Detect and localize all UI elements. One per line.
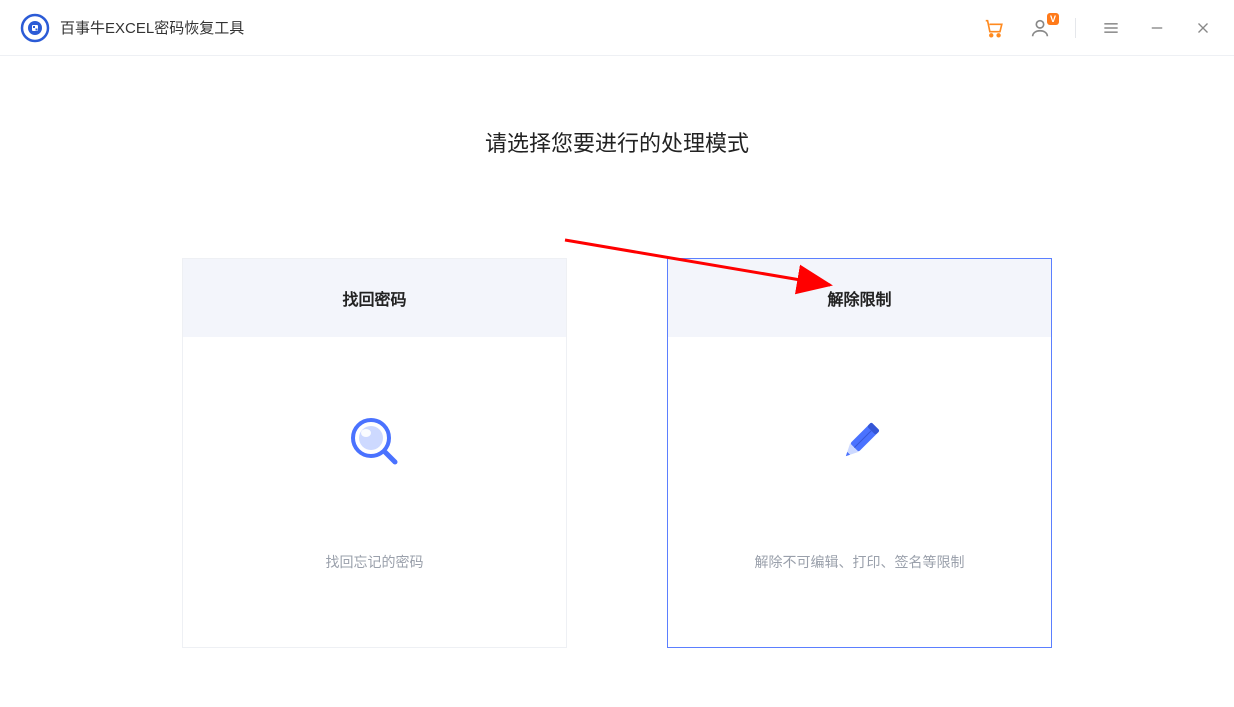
card-title: 解除限制 xyxy=(668,259,1051,337)
card-description: 找回忘记的密码 xyxy=(326,552,424,572)
close-icon[interactable] xyxy=(1192,17,1214,39)
card-remove-restriction[interactable]: 解除限制 解除不可编辑、打印、签名等限制 xyxy=(667,258,1052,648)
pencil-icon xyxy=(830,412,890,472)
main-heading: 请选择您要进行的处理模式 xyxy=(485,126,749,158)
card-title: 找回密码 xyxy=(183,259,566,337)
card-recover-password[interactable]: 找回密码 找回忘记的密码 xyxy=(182,258,567,648)
vip-badge: V xyxy=(1047,13,1059,25)
main-content: 请选择您要进行的处理模式 找回密码 找回忘记的密码 解除限制 xyxy=(0,56,1234,648)
app-title: 百事牛EXCEL密码恢复工具 xyxy=(60,17,244,38)
app-logo-icon xyxy=(20,13,50,43)
card-body: 解除不可编辑、打印、签名等限制 xyxy=(668,337,1051,647)
divider xyxy=(1075,18,1076,38)
mode-cards: 找回密码 找回忘记的密码 解除限制 xyxy=(182,258,1052,648)
card-description: 解除不可编辑、打印、签名等限制 xyxy=(755,552,965,572)
minimize-icon[interactable] xyxy=(1146,17,1168,39)
card-body: 找回忘记的密码 xyxy=(183,337,566,647)
magnifier-icon xyxy=(345,412,405,472)
titlebar: 百事牛EXCEL密码恢复工具 V xyxy=(0,0,1234,56)
menu-icon[interactable] xyxy=(1100,17,1122,39)
titlebar-left: 百事牛EXCEL密码恢复工具 xyxy=(20,13,244,43)
cart-icon[interactable] xyxy=(983,17,1005,39)
user-icon[interactable]: V xyxy=(1029,17,1051,39)
titlebar-right: V xyxy=(983,17,1214,39)
